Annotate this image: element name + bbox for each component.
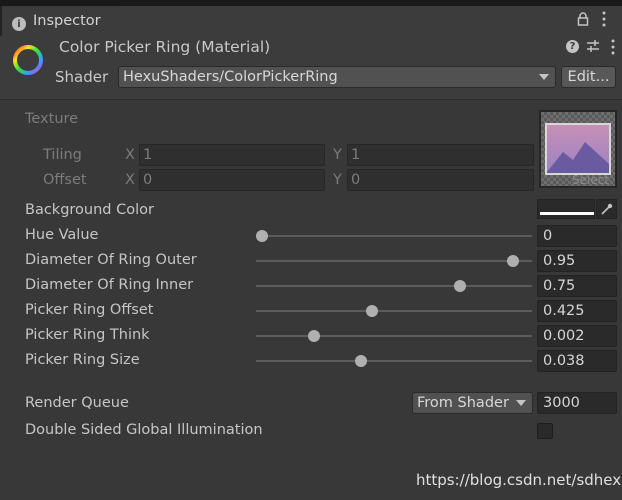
shader-dropdown[interactable]: HexuShaders/ColorPickerRing [118, 66, 556, 88]
slider-track[interactable] [256, 260, 532, 262]
tiling-y-field[interactable]: 1 [347, 144, 534, 166]
eyedropper-icon [601, 203, 613, 215]
color-ring-icon [13, 45, 43, 75]
slider-handle[interactable] [454, 280, 467, 292]
tiling-x-axis-label: X [125, 147, 135, 163]
eyedropper-button[interactable] [596, 199, 617, 219]
slider-handle[interactable] [354, 355, 367, 367]
slider-track[interactable] [256, 310, 532, 312]
component-menu-icon[interactable] [610, 38, 616, 56]
double-sided-gi-label: Double Sided Global Illumination [25, 422, 263, 438]
slider-label: Diameter Of Ring Inner [25, 277, 194, 293]
dropdown-arrow-icon [516, 400, 526, 406]
slider-track[interactable] [256, 360, 532, 362]
slider-track[interactable] [256, 285, 532, 287]
render-queue-dropdown[interactable]: From Shader [412, 392, 533, 414]
lock-icon[interactable] [576, 12, 590, 26]
slider-value-field[interactable]: 0 [537, 225, 617, 247]
offset-x-axis-label: X [125, 172, 135, 188]
texture-label: Texture [25, 111, 79, 127]
tiling-x-field[interactable]: 1 [139, 144, 325, 166]
render-queue-dropdown-value: From Shader [417, 395, 509, 411]
tab-title: Inspector [33, 13, 101, 29]
slider-label: Diameter Of Ring Outer [25, 252, 197, 268]
dropdown-arrow-icon [539, 74, 549, 80]
slider-track[interactable] [256, 335, 532, 337]
tab-inspector[interactable]: i Inspector [2, 6, 120, 36]
slider-label: Picker Ring Think [25, 327, 150, 343]
slider-value-field[interactable]: 0.002 [537, 325, 617, 347]
slider-value-field[interactable]: 0.75 [537, 275, 617, 297]
tab-bar-fill [120, 6, 622, 36]
slider-label: Hue Value [25, 227, 99, 243]
tiling-label: Tiling [43, 147, 82, 163]
kebab-menu-icon[interactable] [600, 10, 608, 28]
material-name: Color Picker Ring (Material) [59, 38, 271, 56]
slider-handle[interactable] [307, 330, 320, 342]
tiling-y-axis-label: Y [333, 147, 342, 163]
offset-x-field[interactable]: 0 [139, 169, 325, 191]
slider-track[interactable] [256, 235, 532, 237]
presets-icon[interactable] [586, 39, 600, 53]
background-color-label: Background Color [25, 202, 154, 218]
slider-handle[interactable] [255, 230, 268, 242]
offset-label: Offset [43, 172, 87, 188]
watermark: https://blog.csdn.net/sdhexu [416, 471, 622, 489]
slider-handle[interactable] [506, 255, 519, 267]
slider-value-field[interactable]: 0.425 [537, 300, 617, 322]
double-sided-gi-checkbox[interactable] [537, 423, 553, 439]
shader-dropdown-value: HexuShaders/ColorPickerRing [123, 69, 338, 85]
render-queue-field[interactable]: 3000 [537, 392, 617, 414]
offset-y-field[interactable]: 0 [347, 169, 534, 191]
slider-value-field[interactable]: 0.95 [537, 250, 617, 272]
color-swatch-bar [540, 212, 594, 215]
slider-handle[interactable] [365, 305, 378, 317]
slider-value-field[interactable]: 0.038 [537, 350, 617, 372]
shader-label: Shader [55, 68, 109, 86]
slider-label: Picker Ring Size [25, 352, 140, 368]
info-icon: i [12, 17, 26, 31]
edit-shader-button[interactable]: Edit... [561, 66, 616, 88]
render-queue-label: Render Queue [25, 395, 129, 411]
background-color-field[interactable] [537, 199, 595, 219]
offset-y-axis-label: Y [333, 172, 342, 188]
texture-select-button[interactable]: Select [572, 173, 609, 187]
help-icon[interactable]: ? [566, 40, 579, 53]
slider-label: Picker Ring Offset [25, 302, 154, 318]
